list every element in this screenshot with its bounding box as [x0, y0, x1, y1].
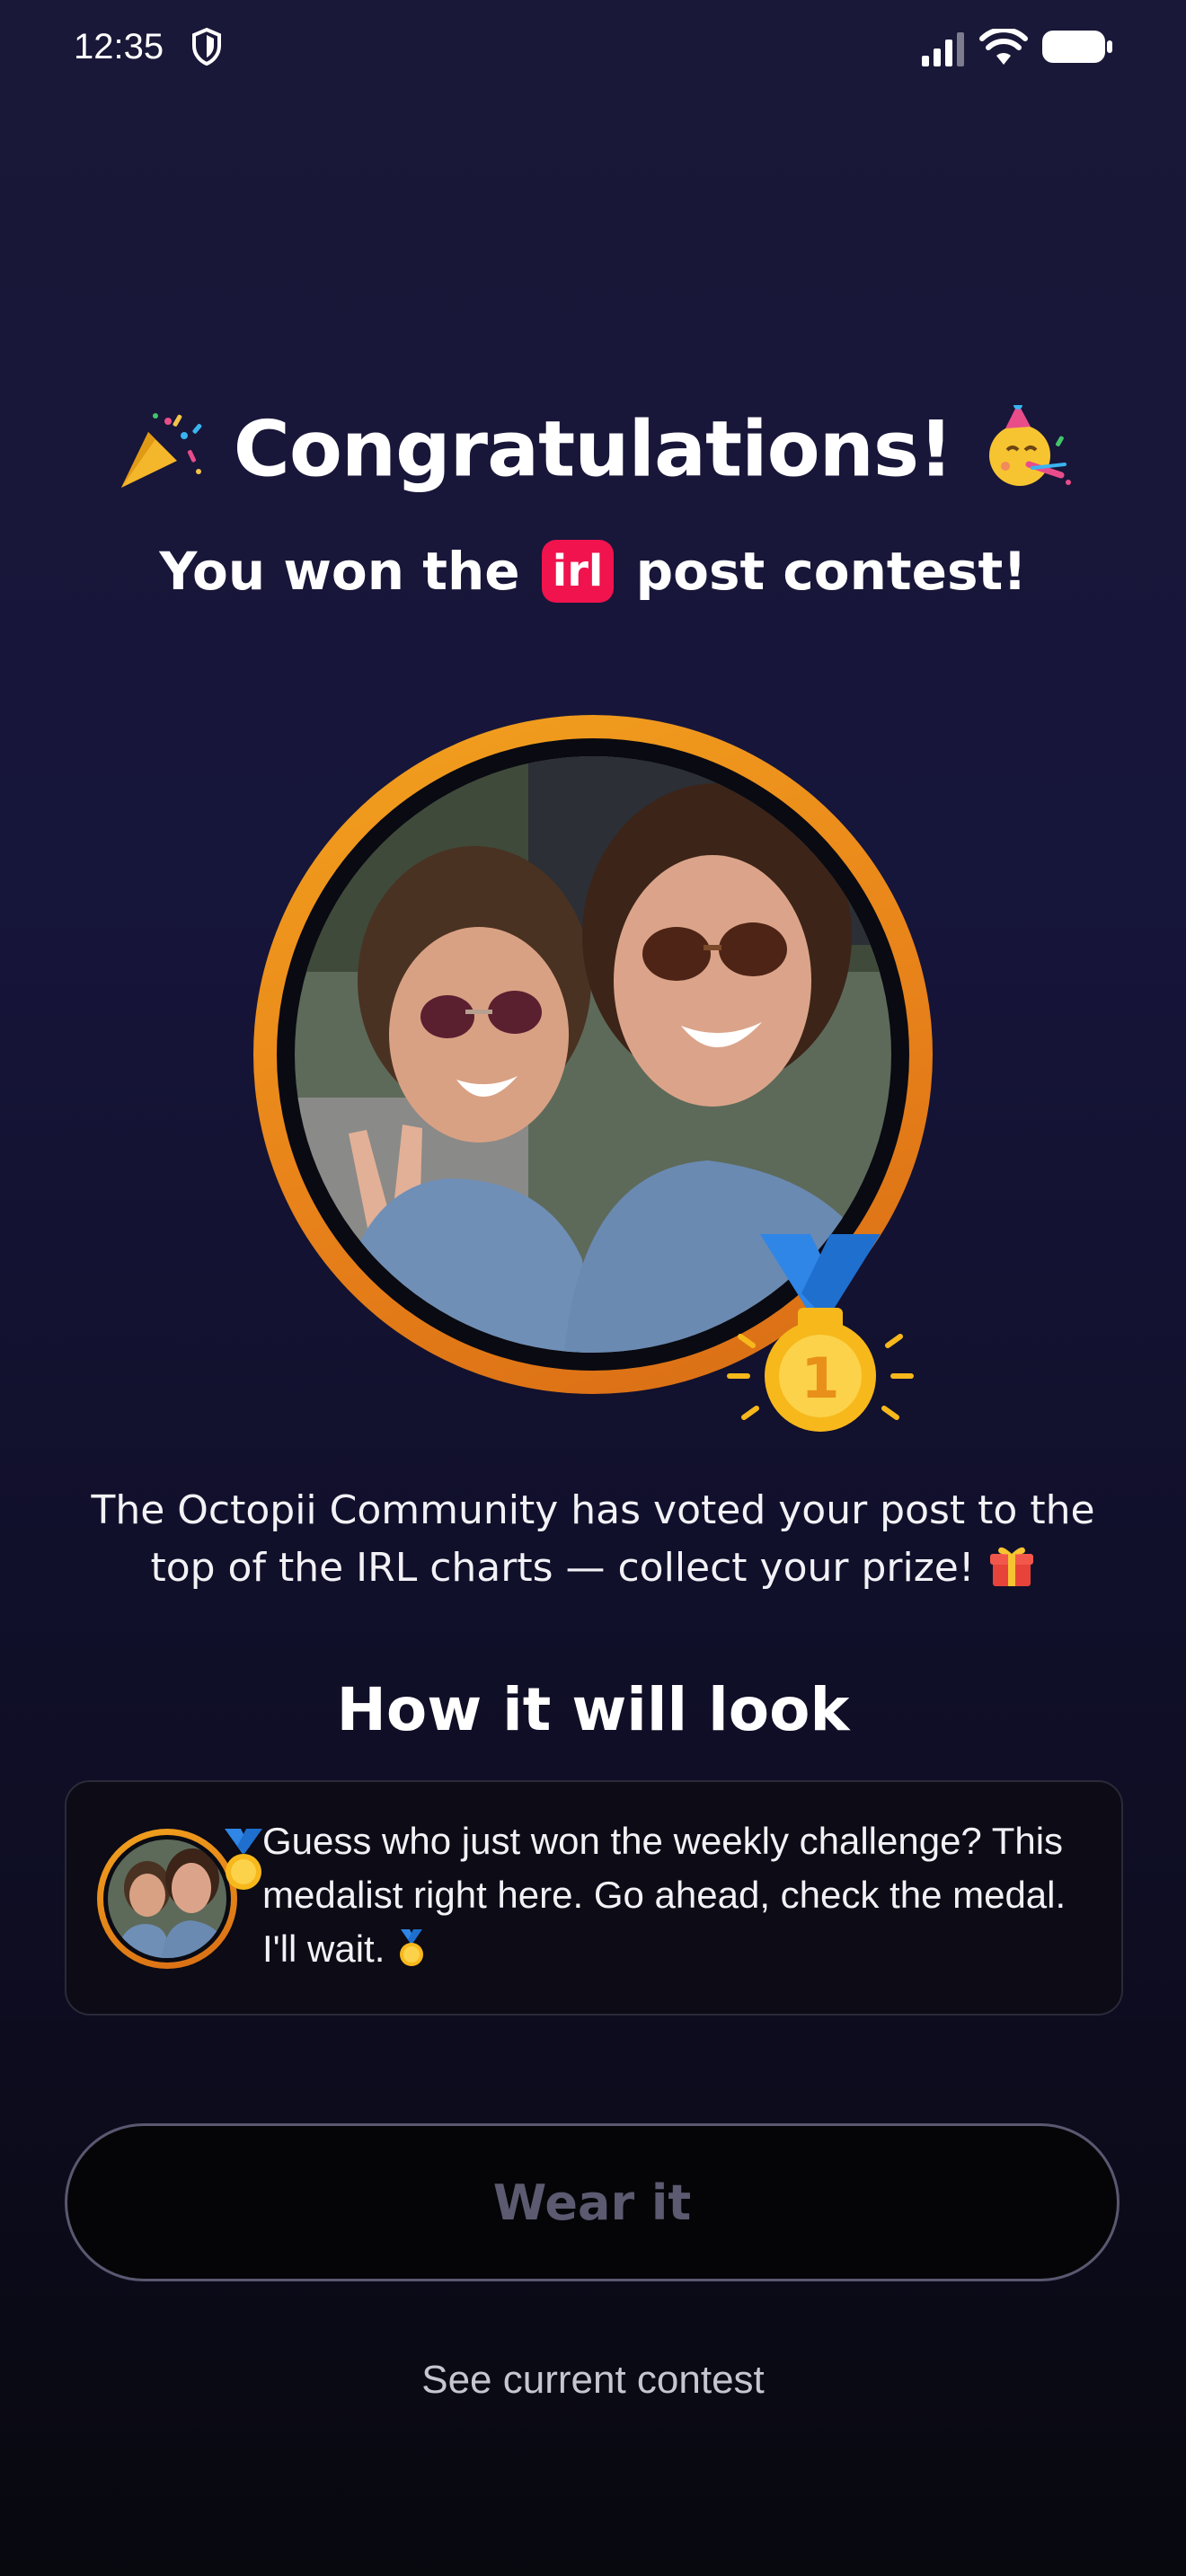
- status-bar: 12:35: [0, 0, 1186, 99]
- cellular-signal-icon: [922, 32, 964, 66]
- see-current-contest-link[interactable]: See current contest: [0, 2351, 1186, 2409]
- gift-icon: [989, 1547, 1033, 1586]
- preview-text: Guess who just won the weekly challenge?…: [262, 1820, 1067, 1970]
- subtitle-text-after: post contest!: [635, 541, 1027, 602]
- party-face-icon: [989, 404, 1072, 486]
- subtitle-text-before: You won the: [159, 541, 520, 602]
- shield-icon: [192, 27, 221, 66]
- page-title: Congratulations!: [233, 404, 954, 495]
- description-text: The Octopii Community has voted your pos…: [91, 1487, 1095, 1591]
- party-popper-icon: [120, 412, 202, 488]
- preview-heading: How it will look: [336, 1675, 850, 1744]
- avatar: [108, 1839, 226, 1958]
- status-time: 12:35: [74, 27, 164, 66]
- wifi-icon: [979, 29, 1028, 65]
- subtitle: You won the irl post contest!: [0, 535, 1186, 607]
- gold-medal-icon: 1: [727, 1234, 914, 1432]
- congrats-title-row: Congratulations!: [0, 395, 1186, 499]
- irl-badge: irl: [541, 540, 615, 603]
- medal-inline-icon: [400, 1929, 424, 1966]
- preview-card: Guess who just won the weekly challenge?…: [65, 1780, 1123, 2016]
- preview-post-text: Guess who just won the weekly challenge?…: [262, 1814, 1098, 1976]
- medal-number: 1: [801, 1345, 839, 1411]
- wear-it-button[interactable]: Wear it: [65, 2123, 1120, 2281]
- battery-icon: [1042, 31, 1112, 63]
- contest-description: The Octopii Community has voted your pos…: [72, 1482, 1114, 1597]
